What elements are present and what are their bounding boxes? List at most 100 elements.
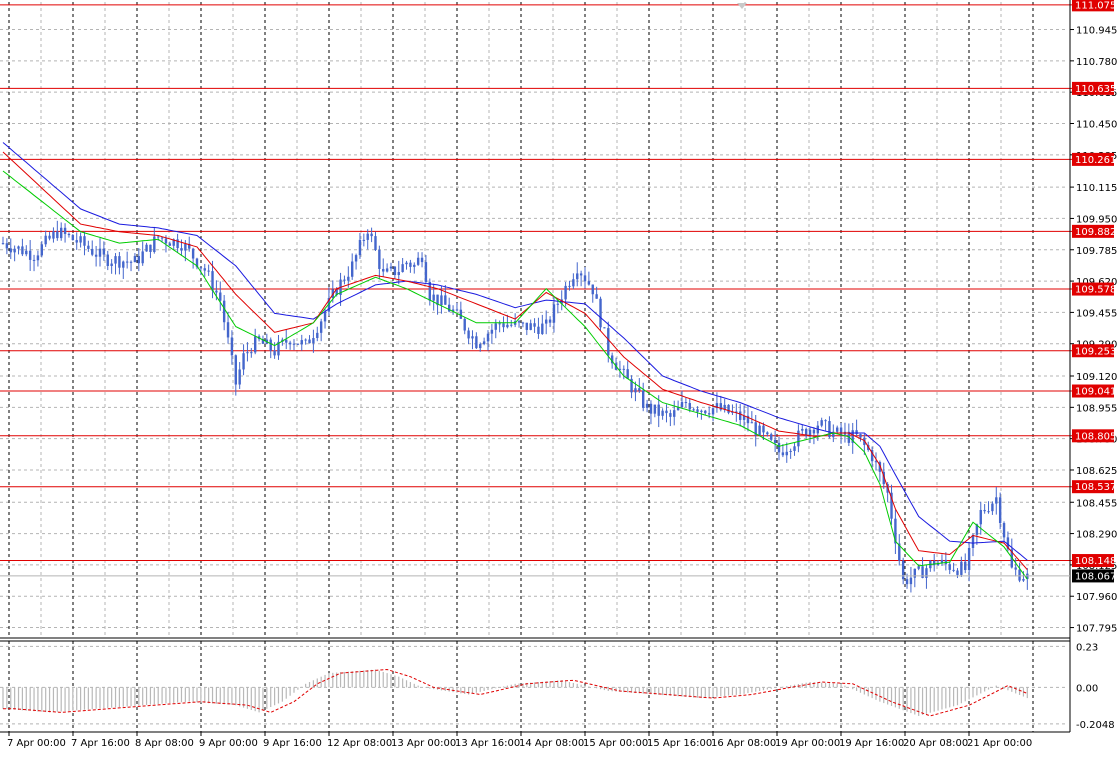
price-tick-label: 108.625 [1076, 466, 1117, 477]
candle-body [471, 336, 474, 339]
candle-body [71, 235, 75, 241]
candle-body [133, 256, 137, 263]
candle-body [983, 509, 986, 512]
candle-body [323, 311, 327, 322]
candle-body [925, 568, 928, 578]
candle-body [288, 342, 292, 345]
candle-body [269, 339, 272, 351]
candle-body [995, 497, 998, 504]
candle-body [87, 245, 90, 249]
candle-body [773, 439, 777, 443]
time-tick-label: 16 Apr 08:00 [711, 738, 776, 749]
candle-body [125, 261, 129, 263]
candle-body [952, 569, 955, 571]
price-tick-label: 107.795 [1076, 624, 1117, 635]
candle-body [63, 227, 67, 234]
candle-body [242, 353, 245, 370]
candle-body [933, 561, 936, 566]
candle-body [909, 577, 913, 585]
candle-body [960, 561, 963, 575]
candle-body [13, 248, 16, 253]
price-tick-label: 108.290 [1076, 530, 1117, 541]
candle-body [91, 248, 94, 255]
candle-body [1022, 579, 1025, 581]
candle-body [203, 268, 206, 271]
candle-body [669, 413, 672, 417]
candle-body [382, 268, 385, 272]
candle-body [36, 255, 40, 261]
candle-body [576, 273, 579, 280]
candle-body [312, 338, 315, 344]
candle-body [347, 276, 350, 281]
candle-body [991, 503, 994, 512]
candle-body [246, 352, 249, 354]
trading-chart-window[interactable]: 110.945110.780110.615110.450110.285110.1… [0, 0, 1120, 758]
candle-body [781, 452, 785, 456]
candle-body [17, 246, 20, 249]
candle-body [432, 294, 435, 301]
candle-body [797, 430, 800, 447]
candle-body [9, 248, 12, 253]
candle-body [517, 321, 521, 323]
price-tick-label: 109.950 [1076, 214, 1117, 225]
candle-body [545, 319, 548, 324]
candle-body [32, 259, 36, 261]
candle-body [956, 570, 959, 575]
candle-body [479, 344, 482, 349]
candle-body [145, 244, 148, 252]
candle-body [653, 404, 657, 414]
candle-body [424, 262, 428, 282]
candle-body [1, 243, 5, 245]
candle-body [874, 461, 878, 463]
candle-body [812, 429, 816, 434]
candle-body [967, 547, 971, 571]
price-tick-label: 110.945 [1076, 26, 1117, 37]
candle-body [587, 281, 591, 285]
level-tag-label: 109.578 [1075, 285, 1116, 296]
candle-body [494, 323, 497, 330]
candle-body [102, 248, 106, 255]
candle-body [215, 290, 218, 293]
candle-body [366, 233, 369, 240]
price-tick-label: 110.115 [1076, 183, 1117, 194]
candle-body [362, 239, 366, 241]
candle-body [859, 434, 862, 438]
candle-body [793, 446, 796, 451]
candle-body [48, 235, 51, 239]
chart-background [0, 0, 1120, 758]
candle-body [1018, 569, 1021, 581]
candle-body [482, 341, 486, 345]
candle-body [971, 534, 975, 548]
candle-body [75, 240, 78, 243]
candle-body [595, 294, 598, 299]
candle-body [917, 566, 920, 569]
candle-body [785, 451, 788, 456]
price-tick-label: 107.960 [1076, 592, 1117, 603]
candle-body [1002, 523, 1006, 538]
candle-body [374, 236, 377, 250]
time-tick-label: 9 Apr 00:00 [199, 738, 258, 749]
candle-body [60, 227, 63, 239]
candle-body [839, 427, 843, 435]
candle-body [413, 264, 416, 267]
candle-body [475, 336, 478, 349]
candle-body [180, 248, 183, 251]
candle-body [525, 322, 528, 330]
candle-body [979, 509, 982, 525]
candle-body [789, 450, 792, 452]
candle-body [762, 425, 765, 433]
candle-body [758, 425, 761, 436]
candle-body [801, 428, 804, 431]
level-tag-label: 109.041 [1075, 387, 1116, 398]
level-tag-label: 108.537 [1075, 482, 1116, 493]
time-tick-label: 21 Apr 00:00 [967, 738, 1032, 749]
candle-body [207, 270, 210, 272]
candle-body [118, 256, 121, 268]
candle-body [300, 340, 303, 345]
candle-body [273, 350, 276, 356]
candle-body [160, 237, 164, 239]
candle-body [626, 369, 629, 379]
candle-body [44, 235, 47, 245]
candle-body [149, 244, 152, 252]
candle-body [649, 403, 653, 414]
